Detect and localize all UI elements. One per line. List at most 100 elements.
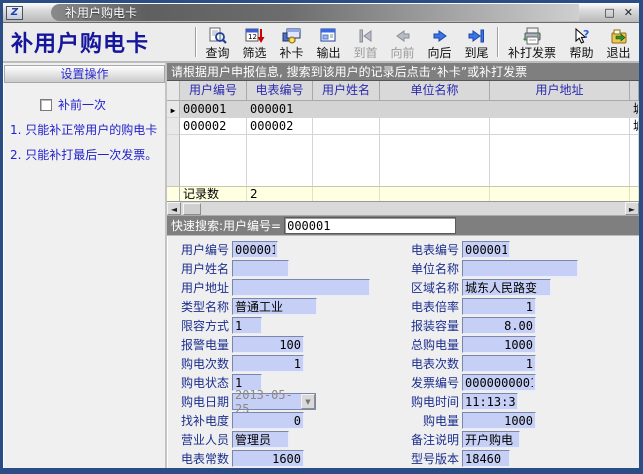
titlebar: Z 补用户购电卡 □ ✕ xyxy=(3,3,639,23)
user-address-field[interactable] xyxy=(232,279,370,296)
meter-constant-field[interactable] xyxy=(232,450,304,467)
invoice-no-field[interactable] xyxy=(462,374,536,391)
reissue-card-button[interactable]: 补卡 xyxy=(273,24,310,60)
meter-id-field[interactable] xyxy=(462,241,510,258)
first-record-button[interactable]: 到首 xyxy=(347,24,384,60)
adjustment-energy-field[interactable] xyxy=(232,412,304,429)
last-record-button[interactable]: 到尾 xyxy=(458,24,495,60)
cell-user-address xyxy=(490,101,630,118)
model-version-field[interactable] xyxy=(462,450,510,467)
checkbox-icon[interactable] xyxy=(40,99,52,111)
org-name-field[interactable] xyxy=(462,260,578,277)
cell-clipped: 城 xyxy=(630,101,639,118)
user-id-field[interactable] xyxy=(232,241,278,258)
cell-user-name xyxy=(313,101,380,118)
toolbar-separator xyxy=(497,27,499,57)
reissue-previous-checkbox-row[interactable]: 补前一次 xyxy=(40,96,165,113)
sidebar-header: 设置操作 xyxy=(4,65,165,83)
maximize-button[interactable]: □ xyxy=(604,7,614,18)
scroll-right-arrow-icon[interactable]: ► xyxy=(625,202,639,215)
main-panel: 请根据用户申报信息, 搜索到该用户的记录后点击“补卡”或补打发票 用户编号 电表… xyxy=(167,63,639,468)
column-header-org-name[interactable]: 单位名称 xyxy=(380,81,490,101)
sidebar-note-2: 2. 只能补打最后一次发票。 xyxy=(10,148,161,163)
remark-field[interactable] xyxy=(462,431,520,448)
user-name-field[interactable] xyxy=(232,260,289,277)
purchase-date-combo[interactable]: 2013-05-25 ▼ xyxy=(232,393,316,410)
sidebar-note-1: 1. 只能补正常用户的购电卡 xyxy=(10,123,161,138)
output-button[interactable]: 输出 xyxy=(310,24,347,60)
column-header-meter-id[interactable]: 电表编号 xyxy=(247,81,313,101)
sidebar: 设置操作 补前一次 1. 只能补正常用户的购电卡 2. 只能补打最后一次发票。 xyxy=(3,63,167,468)
filter-button[interactable]: 12 筛选 xyxy=(236,24,273,60)
next-record-button[interactable]: 向后 xyxy=(421,24,458,60)
column-header-user-id[interactable]: 用户编号 xyxy=(180,81,247,101)
cell-meter-id: 000002 xyxy=(247,118,313,135)
column-header-user-address[interactable]: 用户地址 xyxy=(490,81,630,101)
current-row-indicator: ▶ xyxy=(167,101,180,118)
cell-clipped: 城 xyxy=(630,118,639,135)
grid-empty-area xyxy=(167,135,639,186)
title-band: 补用户购电卡 xyxy=(51,4,579,21)
reprint-invoice-button[interactable]: 补打发票 xyxy=(501,24,563,60)
purchase-time-field[interactable] xyxy=(462,393,518,410)
cell-user-id: 000001 xyxy=(180,101,247,118)
table-row[interactable]: 000002 000002 城 xyxy=(167,118,639,135)
query-button[interactable]: 查询 xyxy=(199,24,236,60)
search-icon xyxy=(208,26,228,46)
total-energy-field[interactable] xyxy=(462,336,536,353)
purchase-energy-field[interactable] xyxy=(462,412,536,429)
last-record-icon xyxy=(467,26,487,46)
toolbar: 补用户购电卡 查询 12 筛选 补卡 输出 到首 向前 向后 xyxy=(3,23,639,63)
exit-icon xyxy=(609,26,629,46)
card-icon xyxy=(282,26,302,46)
previous-record-icon xyxy=(393,26,413,46)
page-title: 补用户购电卡 xyxy=(11,24,193,60)
purchase-count-field[interactable] xyxy=(232,355,304,372)
column-header-clipped xyxy=(630,81,639,101)
first-record-icon xyxy=(356,26,376,46)
checkbox-label: 补前一次 xyxy=(58,96,106,113)
help-icon: ? xyxy=(572,26,592,46)
record-count-value: 2 xyxy=(247,187,313,201)
toolbar-separator xyxy=(195,27,197,57)
operator-field[interactable] xyxy=(232,431,289,448)
previous-record-button[interactable]: 向前 xyxy=(384,24,421,60)
exit-button[interactable]: 退出 xyxy=(600,24,637,60)
help-button[interactable]: ? 帮助 xyxy=(563,24,600,60)
cell-user-address xyxy=(490,118,630,135)
cell-user-name xyxy=(313,118,380,135)
detail-form: 用户编号 用户姓名 用户地址 类型名称 限容方式 报警电量 购电次数 购电状态 … xyxy=(167,236,639,468)
scroll-left-arrow-icon[interactable]: ◄ xyxy=(167,202,181,215)
grid-footer-row: 记录数 2 xyxy=(167,186,639,201)
cell-user-id: 000002 xyxy=(180,118,247,135)
cell-org-name xyxy=(380,101,490,118)
reprint-invoice-icon xyxy=(521,26,543,46)
table-row[interactable]: ▶ 000001 000001 城 xyxy=(167,101,639,118)
type-name-field[interactable] xyxy=(232,298,317,315)
area-name-field[interactable] xyxy=(462,279,551,296)
scrollbar-thumb[interactable] xyxy=(183,203,201,215)
column-header-user-name[interactable]: 用户姓名 xyxy=(313,81,380,101)
grid-header-row: 用户编号 电表编号 用户姓名 单位名称 用户地址 xyxy=(167,81,639,101)
svg-text:12: 12 xyxy=(248,33,257,41)
close-button[interactable]: ✕ xyxy=(624,7,633,18)
filter-icon: 12 xyxy=(245,26,265,46)
installed-capacity-field[interactable] xyxy=(462,317,536,334)
alarm-energy-field[interactable] xyxy=(232,336,304,353)
instruction-bar: 请根据用户申报信息, 搜索到该用户的记录后点击“补卡”或补打发票 xyxy=(167,63,639,81)
window-title: 补用户购电卡 xyxy=(65,4,137,21)
meter-ratio-field[interactable] xyxy=(462,298,536,315)
meter-count-field[interactable] xyxy=(462,355,536,372)
horizontal-scrollbar[interactable]: ◄ ► xyxy=(167,202,639,216)
chevron-down-icon[interactable]: ▼ xyxy=(301,394,315,409)
cell-meter-id: 000001 xyxy=(247,101,313,118)
row-indicator-header xyxy=(167,81,180,101)
capacity-limit-mode-field[interactable] xyxy=(232,317,262,334)
app-logo-icon: Z xyxy=(6,6,23,20)
quick-search-input[interactable] xyxy=(284,217,456,234)
user-grid: 用户编号 电表编号 用户姓名 单位名称 用户地址 ▶ 000001 000001… xyxy=(167,81,639,202)
quick-search-bar: 快速搜索:用户编号= xyxy=(167,216,639,236)
quick-search-label: 快速搜索:用户编号= xyxy=(171,217,281,234)
svg-text:?: ? xyxy=(583,28,589,41)
output-icon xyxy=(319,26,339,46)
